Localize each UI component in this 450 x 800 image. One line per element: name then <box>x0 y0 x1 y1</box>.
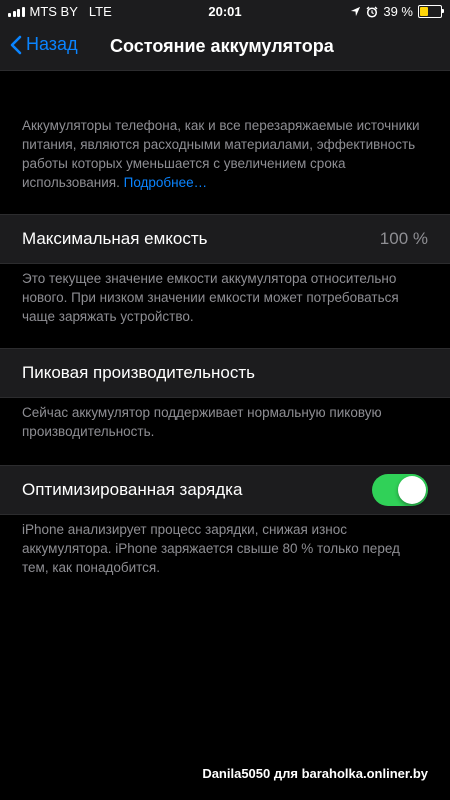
back-button-label: Назад <box>26 34 78 54</box>
optimized-charging-toggle[interactable] <box>372 474 428 506</box>
toggle-knob <box>398 476 426 504</box>
optimized-charging-label: Оптимизированная зарядка <box>22 480 243 499</box>
max-capacity-label: Максимальная емкость <box>22 229 208 248</box>
battery-percent: 39 % <box>383 4 413 19</box>
intro-description: Аккумуляторы телефона, как и все перезар… <box>22 118 420 190</box>
max-capacity-footer: Это текущее значение емкости аккумулятор… <box>22 271 399 324</box>
location-icon <box>351 6 361 17</box>
learn-more-link[interactable]: Подробнее… <box>124 175 208 190</box>
max-capacity-row: Максимальная емкость 100 % <box>0 214 450 264</box>
optimized-charging-footer: iPhone анализирует процесс зарядки, сниж… <box>22 522 400 575</box>
alarm-icon <box>366 6 378 18</box>
battery-icon <box>418 5 444 18</box>
intro-text: Аккумуляторы телефона, как и все перезар… <box>22 116 428 192</box>
navigation-bar: Назад Состояние аккумулятора <box>0 22 450 71</box>
battery-level-fill <box>420 7 428 16</box>
back-button[interactable]: Назад <box>10 34 78 55</box>
watermark: Danila5050 для baraholka.onliner.by <box>202 766 428 781</box>
max-capacity-value: 100 % <box>379 229 428 248</box>
optimized-charging-row: Оптимизированная зарядка <box>0 465 450 515</box>
page-title: Состояние аккумулятора <box>110 36 334 56</box>
peak-performance-footer: Сейчас аккумулятор поддерживает нормальн… <box>22 405 382 439</box>
status-bar: MTS BY LTE 20:01 39 % <box>0 0 450 22</box>
peak-performance-label: Пиковая производительность <box>22 363 256 382</box>
battery-health-screen: MTS BY LTE 20:01 39 % Назад Состояние ак… <box>0 0 450 800</box>
status-right: 39 % <box>350 4 444 19</box>
chevron-left-icon <box>10 35 22 54</box>
peak-performance-row: Пиковая производительность <box>0 348 450 398</box>
